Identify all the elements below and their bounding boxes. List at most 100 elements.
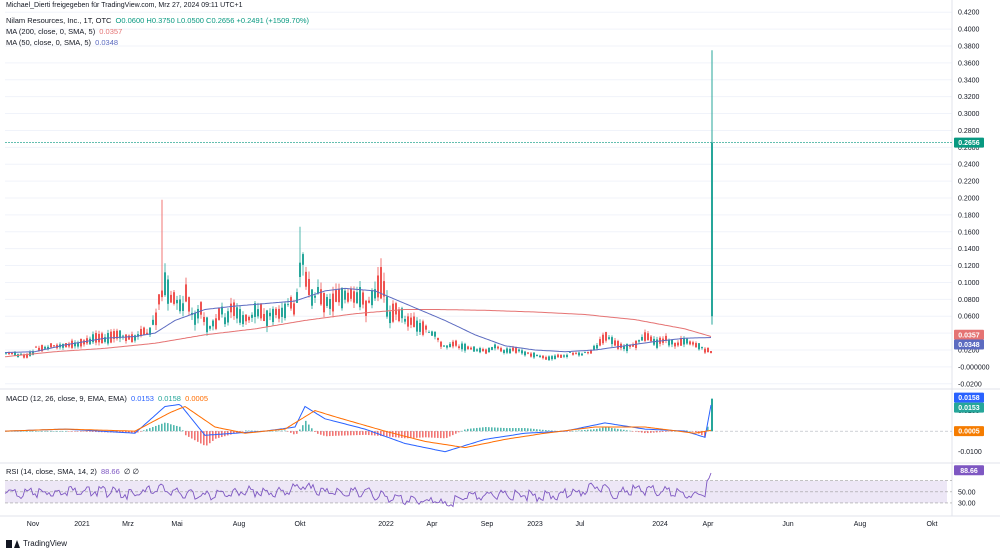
spike-candle-body	[711, 142, 713, 317]
candle-body	[329, 299, 331, 309]
candle-body	[449, 343, 451, 348]
macd-histogram-bar	[617, 428, 619, 432]
time-tick-label: 2021	[74, 521, 90, 528]
macd-histogram-bar	[458, 431, 460, 433]
candle-body	[284, 303, 286, 319]
candle-body	[566, 354, 568, 357]
candle-body	[362, 292, 364, 305]
candle-body	[128, 335, 130, 340]
candle-body	[560, 354, 562, 358]
macd-histogram-bar	[626, 430, 628, 432]
macd-histogram-bar	[158, 424, 160, 432]
candle-body	[98, 333, 100, 343]
macd-histogram-bar	[548, 430, 550, 432]
macd-histogram-bar	[143, 430, 145, 432]
macd-histogram-bar	[314, 431, 316, 432]
time-tick-label: Aug	[233, 521, 246, 528]
candle-body	[578, 352, 580, 356]
ma200-label[interactable]: MA (200, close, 0, SMA, 5)	[6, 27, 95, 36]
price-tick-label: 0.3800	[958, 44, 980, 51]
candle-body	[281, 307, 283, 317]
macd-histogram-bar	[83, 431, 85, 432]
macd-histogram-bar	[44, 431, 46, 432]
macd-histogram-bar	[185, 431, 187, 436]
macd-value-2: 0.0158	[158, 394, 181, 403]
candle-body	[389, 311, 391, 324]
candle-body	[581, 353, 583, 356]
macd-badge-1: 0.0158	[958, 395, 980, 402]
macd-histogram-bar	[326, 431, 328, 437]
macd-histogram-bar	[605, 427, 607, 432]
macd-histogram-bar	[152, 427, 154, 432]
macd-histogram-bar	[173, 425, 175, 432]
candle-body	[638, 340, 640, 342]
candle-body	[35, 346, 37, 348]
candle-body	[146, 332, 148, 334]
macd-histogram-bar	[671, 431, 673, 432]
candle-body	[245, 314, 247, 322]
macd-histogram-bar	[230, 431, 232, 435]
macd-histogram-bar	[437, 431, 439, 438]
macd-histogram-bar	[440, 431, 442, 439]
candle-body	[464, 343, 466, 351]
price-chart[interactable]: 0.4200 0.4000 0.3800 0.3600 0.3400 0.3200 0.30…	[0, 0, 1000, 551]
macd-histogram-bar	[320, 431, 322, 435]
candle-body	[431, 331, 433, 336]
candle-body	[572, 352, 574, 355]
candle-body	[299, 262, 301, 277]
macd-histogram-bar	[302, 425, 304, 432]
candle-body	[419, 322, 421, 332]
macd-histogram-bar	[524, 428, 526, 432]
macd-histogram-bar	[323, 431, 325, 436]
macd-histogram-bar	[467, 428, 469, 432]
price-tick-label: 0.0600	[958, 314, 980, 321]
macd-histogram-bar	[530, 428, 532, 432]
time-tick-label: Jun	[782, 521, 793, 528]
macd-histogram-bar	[635, 431, 637, 432]
candle-body	[599, 339, 601, 346]
macd-histogram-bar	[56, 431, 58, 432]
macd-histogram-bar	[470, 428, 472, 432]
candle-body	[479, 348, 481, 353]
ma200-badge: 0.0357	[958, 332, 980, 339]
macd-histogram-bar	[287, 431, 289, 432]
candle-body	[686, 338, 688, 344]
macd-histogram-bar	[77, 431, 79, 432]
candle-body	[308, 278, 310, 296]
candle-body	[293, 303, 295, 315]
macd-label[interactable]: MACD (12, 26, close, 9, EMA, EMA)	[6, 394, 127, 403]
price-tick-label: 0.3400	[958, 77, 980, 84]
tradingview-footer[interactable]: TradingView	[6, 539, 67, 548]
time-tick-label: Okt	[295, 521, 306, 528]
candle-body	[236, 307, 238, 319]
candle-body	[710, 351, 712, 354]
macd-histogram-bar	[653, 431, 655, 433]
candle-body	[122, 335, 124, 337]
macd-histogram-bar	[584, 429, 586, 432]
candle-body	[512, 347, 514, 351]
macd-histogram-bar	[620, 429, 622, 432]
rsi-label[interactable]: RSI (14, close, SMA, 14, 2)	[6, 467, 97, 476]
candle-body	[539, 355, 541, 358]
ma50-label[interactable]: MA (50, close, 0, SMA, 5)	[6, 38, 91, 47]
macd-histogram-bar	[335, 431, 337, 436]
candle-body	[425, 325, 427, 330]
macd-histogram-bar	[509, 428, 511, 432]
candle-body	[251, 314, 253, 318]
candle-body	[437, 337, 439, 341]
candle-body	[200, 302, 202, 315]
candle-body	[179, 299, 181, 312]
candle-body	[89, 338, 91, 345]
price-tick-label: 0.1800	[958, 212, 980, 219]
candle-body	[227, 311, 229, 323]
macd-histogram-bar	[476, 427, 478, 432]
macd-histogram-bar	[443, 431, 445, 439]
macd-histogram-bar	[464, 429, 466, 432]
candle-body	[218, 308, 220, 320]
macd-histogram-bar	[80, 431, 82, 432]
candle-body	[563, 355, 565, 357]
candle-body	[188, 297, 190, 312]
macd-histogram-bar	[368, 431, 370, 436]
macd-histogram-bar	[506, 428, 508, 432]
candle-body	[239, 309, 241, 323]
